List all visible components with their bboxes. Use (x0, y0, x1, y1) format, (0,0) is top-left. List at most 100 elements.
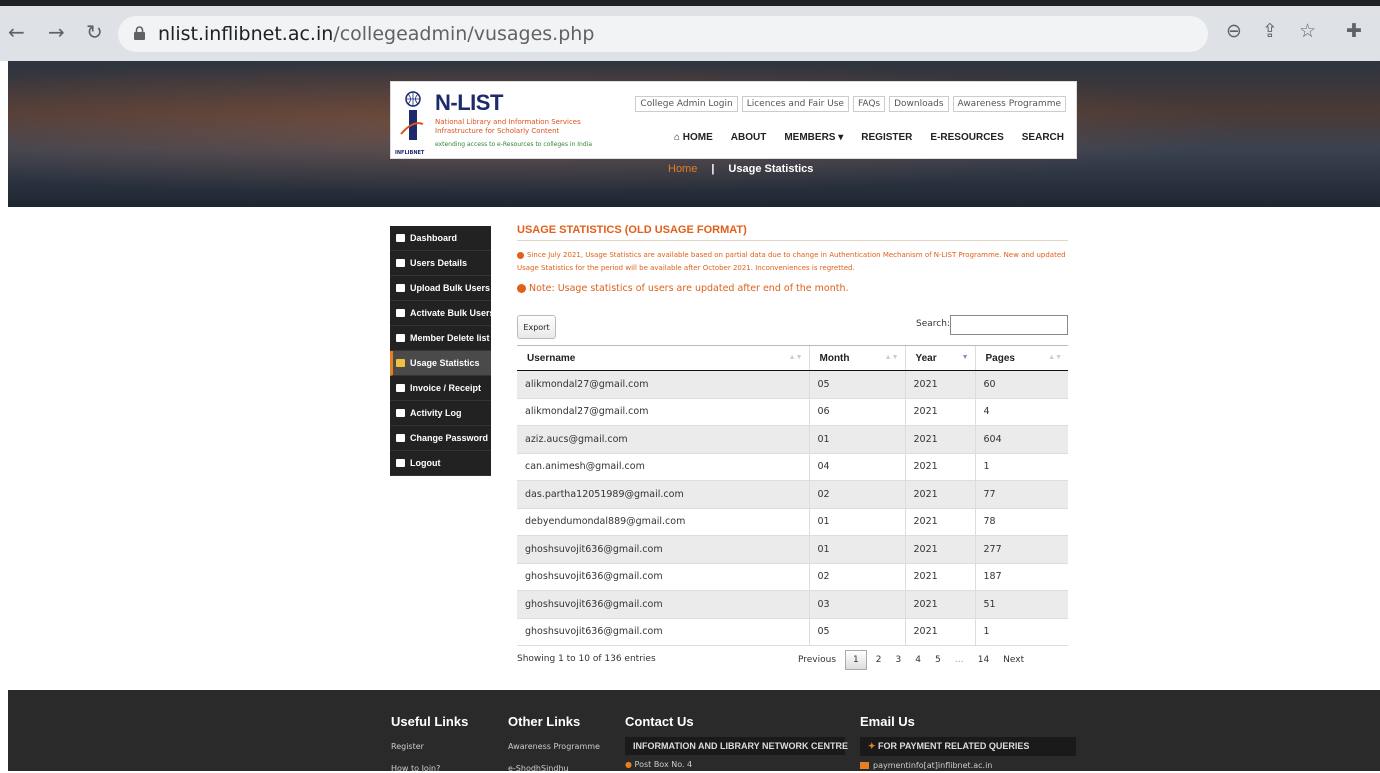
logo-badge: INFLIBNET (395, 150, 425, 156)
sidebar-item-invoice-receipt[interactable]: Invoice / Receipt (390, 376, 491, 401)
cell-month: 06 (808, 398, 905, 426)
sidebar-item-label: Member Delete list (410, 333, 490, 343)
top-link-awareness[interactable]: Awareness Programme (952, 96, 1066, 112)
bar-chart-icon (396, 359, 405, 367)
email-heading: ✦ FOR PAYMENT RELATED QUERIES (860, 737, 1076, 756)
cell-username: ghoshsuvojit636@gmail.com (517, 618, 809, 646)
sidebar-item-dashboard[interactable]: Dashboard (390, 226, 491, 251)
top-link-faqs[interactable]: FAQs (852, 96, 886, 112)
upload-icon (396, 284, 405, 292)
cell-username: alikmondal27@gmail.com (517, 398, 809, 426)
nav-search[interactable]: SEARCH (1022, 132, 1064, 143)
cell-username: ghoshsuvojit636@gmail.com (517, 563, 809, 591)
table-row: ghoshsuvojit636@gmail.com 01 2021 277 (517, 535, 1068, 564)
nav-eresources[interactable]: E-RESOURCES (930, 132, 1003, 143)
nav-home[interactable]: ⌂ HOME (674, 132, 713, 143)
admin-sidebar: Dashboard Users Details Upload Bulk User… (390, 226, 495, 476)
footer-link-awareness[interactable]: Awareness Programme (508, 742, 600, 751)
logo-tagline-1: National Library and Information Service… (435, 118, 581, 126)
sort-icon: ▲▼ (884, 354, 899, 361)
arrow-left-icon[interactable]: ← (8, 22, 25, 42)
arrow-right-icon[interactable]: → (48, 22, 65, 42)
pagination-page-1[interactable]: 1 (845, 650, 867, 670)
pagination-previous[interactable]: Previous (793, 653, 841, 667)
pagination-next[interactable]: Next (998, 653, 1029, 667)
sidebar-item-usage-statistics[interactable]: Usage Statistics (390, 351, 491, 376)
column-header-month[interactable]: Month ▲▼ (808, 345, 905, 371)
table-info: Showing 1 to 10 of 136 entries (517, 654, 656, 664)
cell-year: 2021 (904, 590, 975, 619)
dashboard-icon (396, 234, 405, 242)
top-link-admin-login[interactable]: College Admin Login (635, 96, 738, 112)
cell-pages: 1 (974, 453, 1068, 481)
cell-year: 2021 (904, 563, 975, 591)
footer-link-how-to-join[interactable]: How to Join? (391, 764, 468, 773)
column-header-pages[interactable]: Pages ▲▼ (974, 345, 1068, 371)
cell-pages: 1 (974, 618, 1068, 646)
column-header-username[interactable]: Username ▲▼ (517, 345, 809, 371)
nav-members[interactable]: MEMBERS ▾ (784, 132, 843, 143)
sidebar-item-activate-bulk-users[interactable]: Activate Bulk Users (390, 301, 495, 326)
window-top-edge (0, 0, 1380, 6)
nav-register[interactable]: REGISTER (861, 132, 912, 143)
footer-heading: Useful Links (391, 714, 469, 729)
sidebar-item-upload-bulk-users[interactable]: Upload Bulk Users (390, 276, 491, 301)
sidebar-item-change-password[interactable]: Change Password (390, 426, 491, 451)
cell-month: 04 (808, 453, 905, 481)
footer-link-eshodhsindhu[interactable]: e-ShodhSindhu (508, 764, 600, 773)
sidebar-item-label: Usage Statistics (410, 358, 480, 368)
pagination: Previous 1 2 3 4 5 … 14 Next (793, 650, 1029, 670)
pagination-page-4[interactable]: 4 (910, 653, 926, 667)
column-header-year[interactable]: Year ▼ (904, 345, 975, 371)
breadcrumb-separator: | (711, 163, 715, 175)
logo-tagline-2: Infrastructure for Scholarly Content (435, 127, 560, 135)
sidebar-item-logout[interactable]: Logout (390, 451, 491, 476)
inflibnet-logo-icon[interactable] (399, 90, 425, 150)
export-button[interactable]: Export (517, 315, 556, 339)
footer-link-register[interactable]: Register (391, 742, 468, 751)
reload-icon[interactable]: ↻ (86, 22, 103, 42)
table-row: aziz.aucs@gmail.com 01 2021 604 (517, 425, 1068, 454)
logo-tagline-3: extending access to e-Resources to colle… (435, 141, 592, 148)
table-row: das.partha12051989@gmail.com 02 2021 77 (517, 480, 1068, 509)
cell-year: 2021 (904, 370, 975, 399)
notice-text: Since July 2021, Usage Statistics are av… (517, 251, 1066, 272)
footer-heading: Other Links (508, 714, 581, 729)
main-nav: ⌂ HOME ABOUT MEMBERS ▾ REGISTER E-RESOUR… (674, 132, 1064, 143)
sign-out-icon (396, 459, 405, 467)
cell-year: 2021 (904, 453, 975, 481)
cell-year: 2021 (904, 508, 975, 536)
sidebar-item-users-details[interactable]: Users Details (390, 251, 491, 276)
email-address[interactable]: paymentinfo[at]inflibnet.ac.in (860, 761, 1076, 770)
star-icon[interactable]: ☆ (1299, 20, 1316, 42)
table-row: debyendumondal889@gmail.com 01 2021 78 (517, 508, 1068, 536)
cell-pages: 51 (974, 590, 1068, 619)
url-text[interactable]: nlist.inflibnet.ac.in/collegeadmin/vusag… (158, 23, 594, 45)
search-label: Search: (916, 319, 950, 329)
pagination-page-2[interactable]: 2 (871, 653, 887, 667)
pagination-page-14[interactable]: 14 (973, 653, 994, 667)
search-input[interactable] (950, 315, 1068, 335)
pagination-page-3[interactable]: 3 (891, 653, 907, 667)
cell-pages: 187 (974, 563, 1068, 591)
sidebar-item-activity-log[interactable]: Activity Log (390, 401, 491, 426)
cell-username: aziz.aucs@gmail.com (517, 425, 809, 454)
sidebar-item-label: Users Details (410, 258, 468, 268)
cell-year: 2021 (904, 480, 975, 509)
info-icon (517, 251, 524, 259)
cell-month: 05 (808, 370, 905, 399)
cell-username: ghoshsuvojit636@gmail.com (517, 590, 809, 619)
puzzle-icon[interactable]: ✚ (1346, 20, 1362, 42)
pagination-page-5[interactable]: 5 (930, 653, 946, 667)
cell-pages: 60 (974, 370, 1068, 399)
share-icon[interactable]: ⇪ (1262, 20, 1278, 42)
top-link-licences[interactable]: Licences and Fair Use (741, 96, 849, 112)
address-bar[interactable]: nlist.inflibnet.ac.in/collegeadmin/vusag… (118, 16, 1208, 52)
trash-icon (396, 334, 405, 342)
zoom-out-icon[interactable]: ⊖ (1226, 20, 1242, 42)
lock-icon[interactable] (134, 26, 145, 40)
sidebar-item-member-delete-list[interactable]: Member Delete list (390, 326, 491, 351)
nav-about[interactable]: ABOUT (731, 132, 767, 143)
breadcrumb-home[interactable]: Home (668, 163, 697, 175)
top-link-downloads[interactable]: Downloads (889, 96, 949, 112)
